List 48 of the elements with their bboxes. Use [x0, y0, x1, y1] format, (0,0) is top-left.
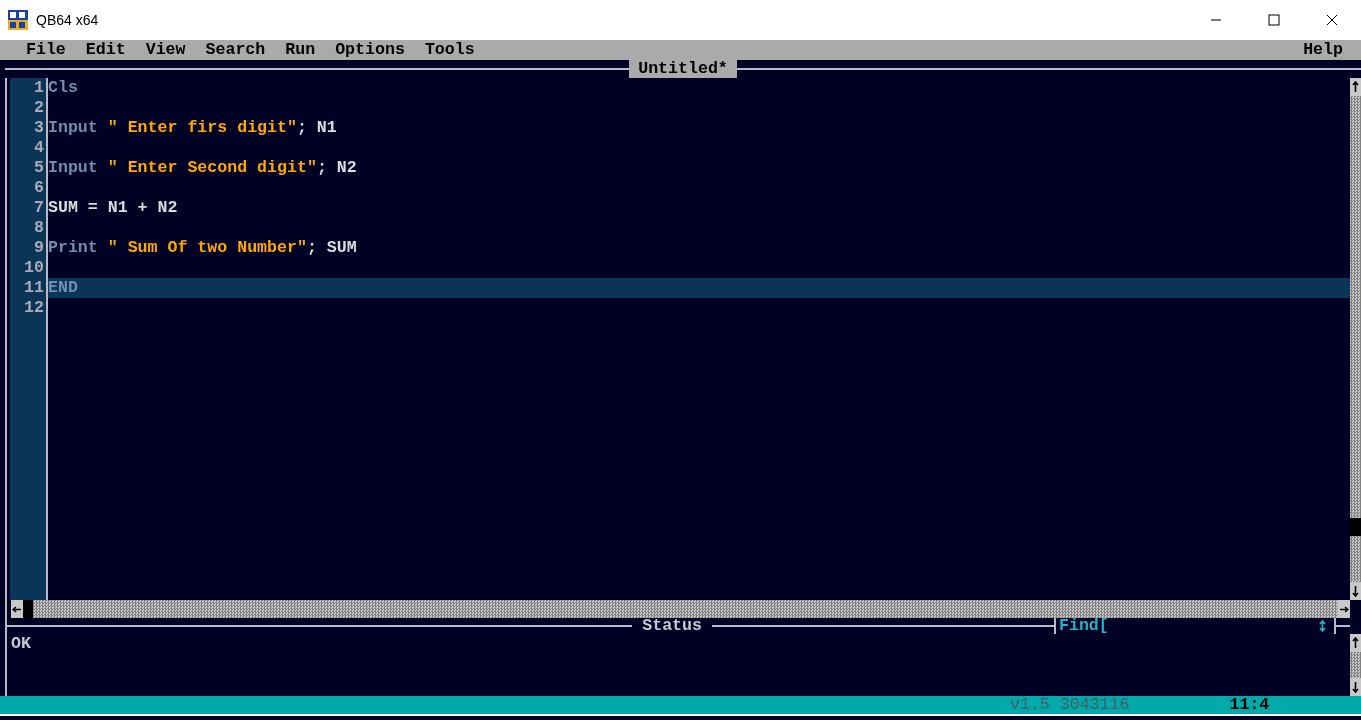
status-message: OK	[11, 634, 31, 653]
close-icon	[1326, 14, 1338, 26]
scroll-right-icon[interactable]	[1338, 600, 1350, 618]
scroll-thumb[interactable]	[1350, 518, 1361, 536]
menu-item[interactable]: Run	[275, 40, 326, 60]
code-line: Input " Enter firs digit"; N1	[48, 118, 337, 137]
scroll-down-icon[interactable]	[1350, 678, 1361, 696]
up-down-arrow-icon	[1319, 620, 1326, 632]
find-field[interactable]: Find[	[1056, 616, 1334, 636]
menu-item[interactable]: Options	[325, 40, 415, 60]
app-icon	[8, 10, 28, 30]
scroll-down-icon[interactable]	[1350, 582, 1361, 600]
line-number: 8	[34, 218, 44, 237]
window-title: QB64 x64	[36, 10, 99, 30]
line-number: 10	[24, 258, 44, 277]
line-number: 2	[34, 98, 44, 117]
code-line: END	[48, 278, 78, 297]
scroll-up-icon[interactable]	[1350, 78, 1361, 96]
line-number: 6	[34, 178, 44, 197]
line-number: 9	[34, 238, 44, 257]
menu-item[interactable]: View	[135, 40, 196, 60]
scroll-up-icon[interactable]	[1350, 634, 1361, 652]
menu-item[interactable]: Edit	[75, 40, 136, 60]
cursor-position: 11:4	[1229, 695, 1270, 715]
version-label: v1.5 3043116	[1010, 695, 1130, 715]
vertical-scrollbar[interactable]	[1350, 78, 1361, 600]
code-line: SUM = N1 + N2	[48, 198, 178, 217]
line-number: 12	[24, 298, 44, 317]
code-line: Input " Enter Second digit"; N2	[48, 158, 357, 177]
line-number: 4	[34, 138, 44, 157]
menu-item[interactable]: File	[16, 40, 76, 60]
editor-title: Untitled*	[629, 60, 737, 78]
horizontal-scrollbar[interactable]	[11, 600, 1350, 618]
status-scrollbar[interactable]	[1350, 634, 1361, 696]
line-number: 1	[34, 78, 44, 97]
menu-item[interactable]: Help	[1293, 40, 1353, 60]
scroll-thumb[interactable]	[23, 600, 33, 618]
menu-item[interactable]: Tools	[414, 40, 485, 60]
status-title: Status	[641, 618, 703, 634]
line-number: 7	[34, 198, 44, 217]
line-number: 3	[34, 118, 44, 137]
menu-item[interactable]: Search	[195, 40, 276, 60]
line-number: 11	[24, 278, 44, 297]
line-number: 5	[34, 158, 44, 177]
code-line: Cls	[48, 78, 78, 97]
maximize-icon	[1268, 14, 1280, 26]
scroll-left-icon[interactable]	[11, 600, 23, 618]
code-line: Print " Sum Of two Number"; SUM	[48, 238, 357, 257]
